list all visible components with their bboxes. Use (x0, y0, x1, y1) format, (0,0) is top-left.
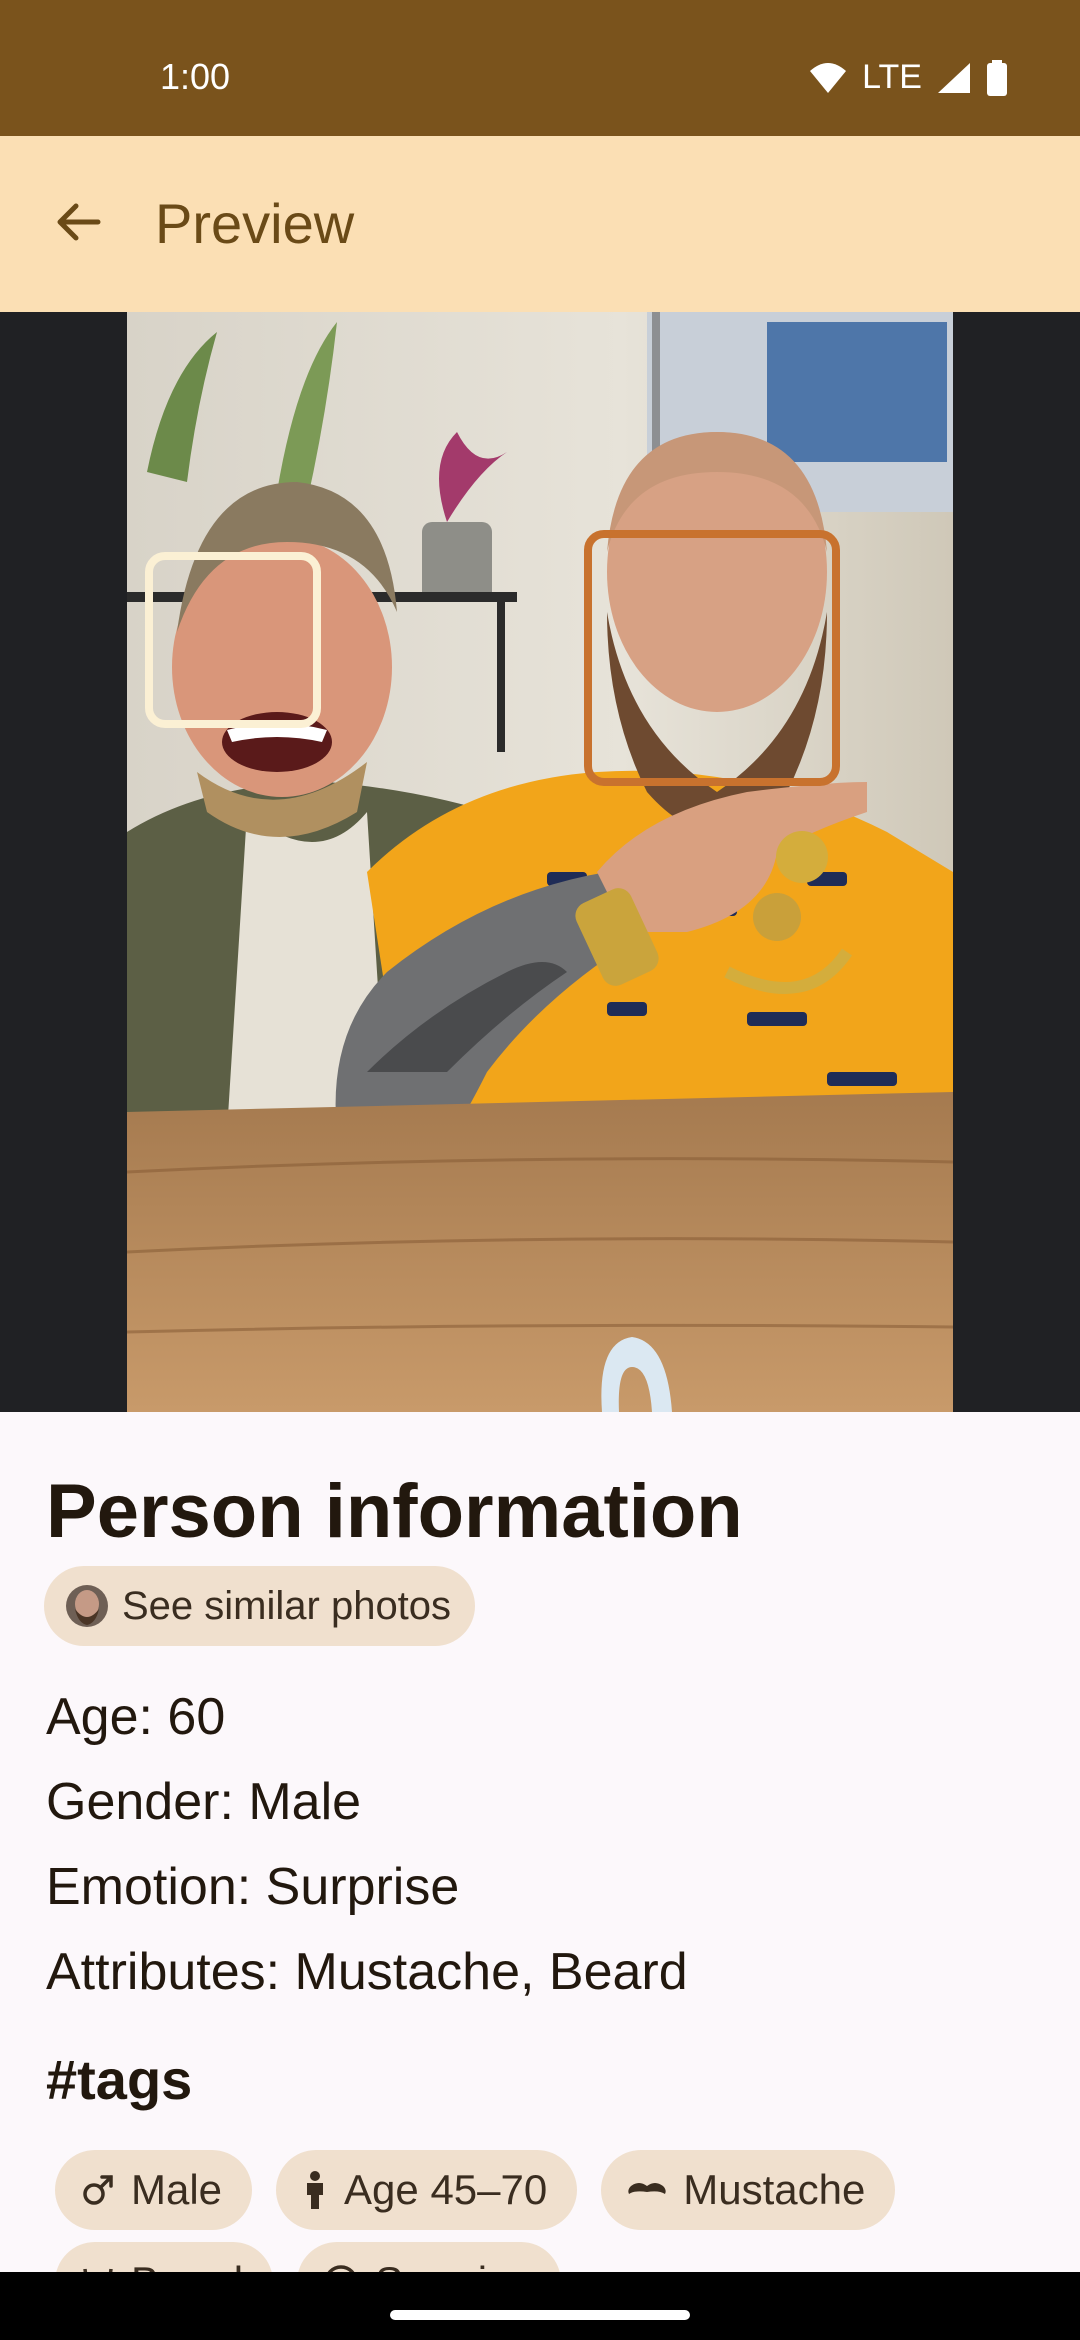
emotion-text: Emotion: Surprise (46, 1858, 460, 1916)
age-text: Age: 60 (46, 1688, 226, 1746)
tag-age[interactable]: Age 45–70 (276, 2150, 578, 2230)
home-gesture-handle[interactable] (390, 2310, 690, 2320)
see-similar-photos-button[interactable]: See similar photos (44, 1566, 476, 1646)
photo[interactable] (127, 312, 953, 1412)
tag-mustache-label: Mustache (683, 2166, 866, 2213)
person-info-title: Person information (46, 1469, 743, 1554)
tag-row-1: Male Age 45–70 Mustache (55, 2150, 896, 2230)
tag-mustache[interactable]: Mustache (601, 2150, 896, 2230)
photo-image (127, 312, 953, 1412)
app-bar: Preview (0, 136, 1080, 312)
face-avatar-icon (66, 1585, 108, 1627)
see-similar-photos-label: See similar photos (122, 1583, 452, 1628)
cellular-signal-icon (938, 62, 970, 93)
system-nav-bar (0, 2272, 1080, 2340)
status-time: 1:00 (160, 56, 231, 97)
page-title: Preview (155, 192, 355, 255)
network-type: LTE (862, 58, 922, 96)
person-icon (307, 2171, 324, 2209)
male-icon (83, 2175, 113, 2205)
gender-text: Gender: Male (46, 1773, 362, 1831)
status-icons: LTE (808, 58, 1008, 97)
face-box-2[interactable] (584, 530, 840, 786)
back-button[interactable] (28, 172, 128, 272)
tag-male-label: Male (131, 2166, 223, 2213)
arrow-back-icon (57, 203, 101, 241)
tags-title: #tags (46, 2048, 193, 2111)
mustache-icon (628, 2183, 666, 2194)
person-info-panel: Person information See similar photos Ag… (0, 1412, 1080, 2322)
wifi-icon (810, 62, 847, 93)
photo-viewer (0, 312, 1080, 1412)
tag-male[interactable]: Male (55, 2150, 253, 2230)
tag-age-label: Age 45–70 (344, 2166, 548, 2213)
status-bar: 1:00 LTE (0, 0, 1080, 136)
face-box-1[interactable] (145, 552, 321, 728)
attributes-text: Attributes: Mustache, Beard (46, 1943, 688, 2001)
battery-icon (987, 59, 1007, 96)
